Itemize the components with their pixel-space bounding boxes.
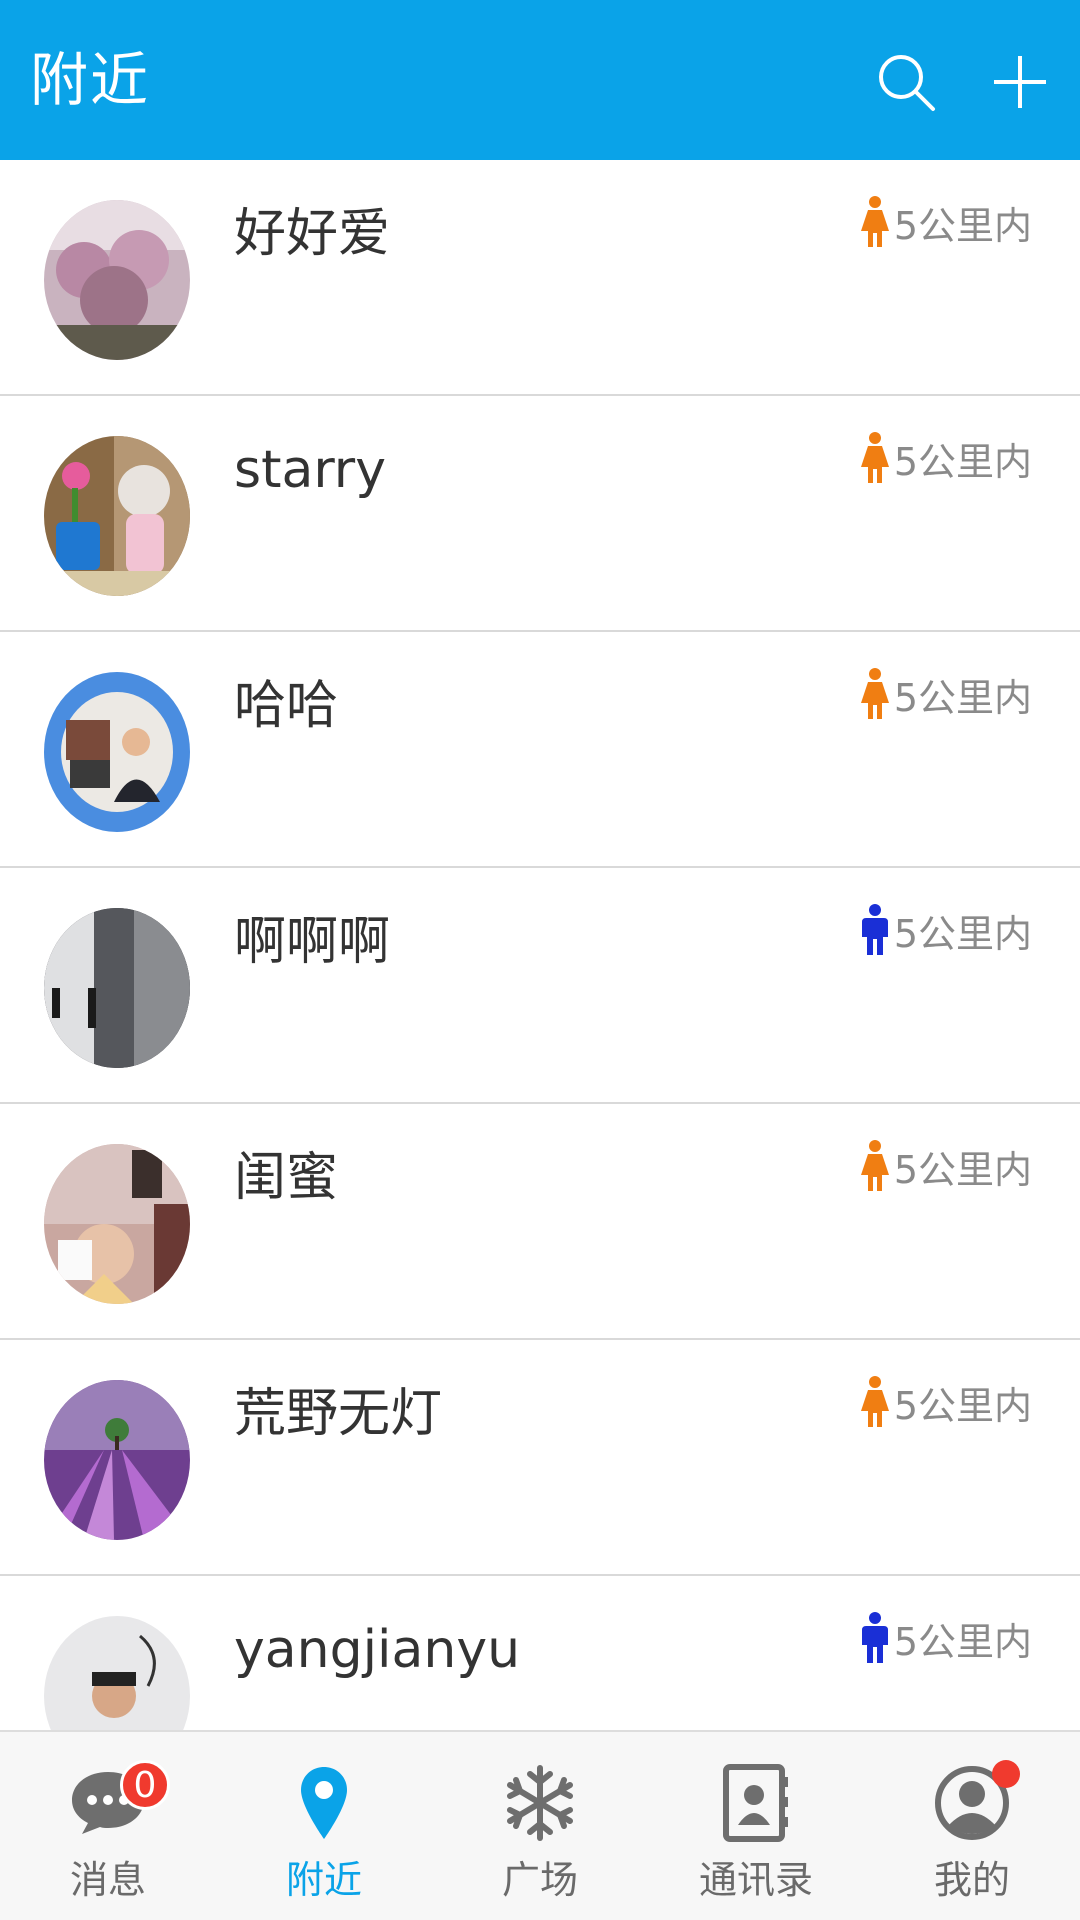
nav-label: 消息	[69, 1858, 146, 1902]
avatar[interactable]	[44, 436, 190, 596]
male-icon	[861, 904, 888, 955]
female-icon	[860, 432, 889, 483]
user-name: 荒野无灯	[234, 1384, 443, 1444]
avatar[interactable]	[44, 1616, 190, 1730]
snowflake-icon	[492, 1758, 588, 1848]
app-header: 附近	[0, 0, 1080, 160]
nearby-list: 好好爱 5公里内 starry 5公里内 哈哈 5公里内 啊啊啊 5公里内 闺蜜…	[0, 160, 1080, 1730]
distance-info: 5公里内	[858, 1138, 1032, 1194]
add-button[interactable]	[980, 42, 1060, 122]
location-pin-icon	[276, 1758, 372, 1848]
male-icon	[861, 1612, 888, 1663]
list-item[interactable]: yangjianyu 5公里内	[0, 1576, 1080, 1730]
distance-info: 5公里内	[858, 1610, 1032, 1666]
nav-label: 我的	[933, 1858, 1010, 1902]
nav-item-me[interactable]: 我的	[864, 1732, 1080, 1920]
distance-label: 5公里内	[893, 1619, 1032, 1664]
distance-label: 5公里内	[893, 911, 1032, 956]
plus-icon	[994, 56, 1046, 108]
nav-label: 广场	[501, 1858, 578, 1902]
nav-label: 附近	[285, 1858, 362, 1902]
distance-info: 5公里内	[858, 1374, 1032, 1430]
list-item[interactable]: 啊啊啊 5公里内	[0, 868, 1080, 1104]
list-item[interactable]: 哈哈 5公里内	[0, 632, 1080, 868]
distance-info: 5公里内	[858, 430, 1032, 486]
distance-label: 5公里内	[893, 675, 1032, 720]
avatar[interactable]	[44, 1144, 190, 1304]
female-icon	[860, 1140, 889, 1191]
user-name: starry	[234, 440, 386, 500]
user-name: 好好爱	[234, 204, 391, 264]
list-item[interactable]: 好好爱 5公里内	[0, 160, 1080, 396]
distance-label: 5公里内	[893, 439, 1032, 484]
distance-label: 5公里内	[893, 1147, 1032, 1192]
avatar[interactable]	[44, 200, 190, 360]
distance-info: 5公里内	[858, 902, 1032, 958]
female-icon	[860, 668, 889, 719]
notification-dot	[992, 1760, 1020, 1788]
nav-item-square[interactable]: 广场	[432, 1732, 648, 1920]
nav-item-contacts[interactable]: 通讯录	[648, 1732, 864, 1920]
distance-label: 5公里内	[893, 203, 1032, 248]
user-name: 啊啊啊	[234, 912, 391, 972]
unread-badge: 0	[120, 1760, 170, 1810]
nav-label: 通讯录	[698, 1858, 813, 1902]
list-item[interactable]: starry 5公里内	[0, 396, 1080, 632]
contacts-book-icon	[708, 1758, 804, 1848]
female-icon	[860, 1376, 889, 1427]
distance-info: 5公里内	[858, 194, 1032, 250]
user-name: 闺蜜	[234, 1148, 339, 1208]
list-item[interactable]: 闺蜜 5公里内	[0, 1104, 1080, 1340]
page-title: 附近	[30, 46, 151, 114]
avatar[interactable]	[44, 908, 190, 1068]
female-icon	[860, 196, 889, 247]
user-name: yangjianyu	[234, 1620, 521, 1680]
avatar[interactable]	[44, 1380, 190, 1540]
nav-item-messages[interactable]: 0 消息	[0, 1732, 216, 1920]
bottom-nav: 0 消息 附近 广场 通讯录 我的	[0, 1730, 1080, 1920]
distance-label: 5公里内	[893, 1383, 1032, 1428]
user-name: 哈哈	[234, 676, 339, 736]
nav-item-nearby[interactable]: 附近	[216, 1732, 432, 1920]
list-item[interactable]: 荒野无灯 5公里内	[0, 1340, 1080, 1576]
avatar[interactable]	[44, 672, 190, 832]
search-button[interactable]	[866, 42, 946, 122]
distance-info: 5公里内	[858, 666, 1032, 722]
search-icon	[879, 55, 935, 111]
